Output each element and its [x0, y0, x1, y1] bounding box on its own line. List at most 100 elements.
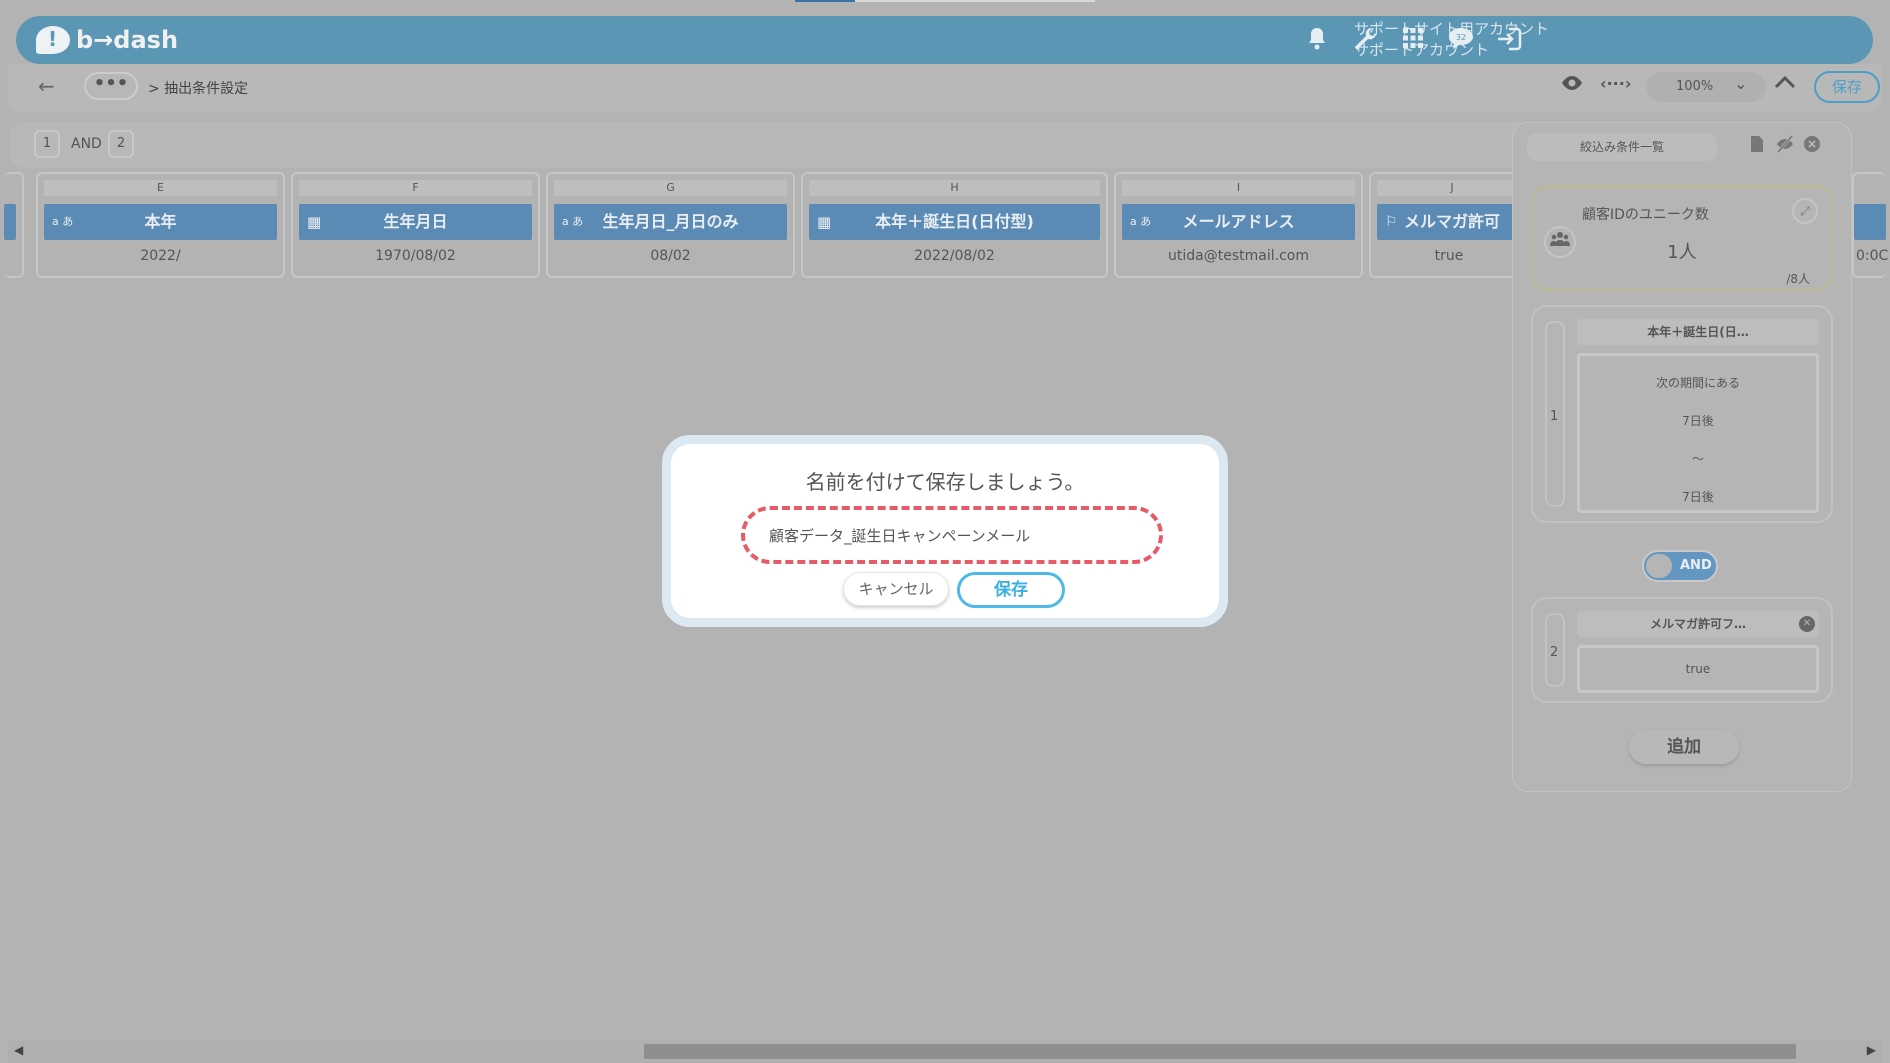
- column-value: 2022/: [140, 248, 181, 264]
- document-icon[interactable]: [1749, 135, 1765, 158]
- column-card-g[interactable]: G a あ 生年月日_月日のみ 08/02: [546, 172, 795, 278]
- name-input[interactable]: [741, 506, 1163, 564]
- unique-count-card: 顧客IDのユニーク数 ⤢ 1人 /8人: [1531, 185, 1833, 291]
- column-value: 08/02: [650, 248, 691, 264]
- column-name: メルマガ許可: [1403, 212, 1500, 231]
- condition-range-sep: ～: [1691, 452, 1704, 466]
- condition-bar: 1 AND 2: [10, 122, 1530, 168]
- chevron-up-icon[interactable]: [1774, 70, 1796, 95]
- column-name: メールアドレス: [1182, 212, 1295, 231]
- scroll-right-icon[interactable]: ▶: [1867, 1043, 1876, 1057]
- scrollbar-thumb[interactable]: [644, 1044, 1796, 1059]
- column-header[interactable]: a あ 本年: [44, 204, 277, 240]
- column-header[interactable]: a あ メールアドレス: [1122, 204, 1355, 240]
- condition-card-2[interactable]: 2 メルマガ許可フ… ✕ true: [1531, 597, 1833, 703]
- column-name: 生年月日: [383, 212, 448, 231]
- column-card-partial: [4, 172, 24, 278]
- condition-number: 1: [1550, 409, 1559, 424]
- horizontal-scrollbar[interactable]: ◀ ▶: [8, 1040, 1882, 1063]
- condition-chip-1[interactable]: 1: [34, 130, 60, 158]
- a-icon: a あ: [52, 215, 74, 228]
- condition-title: メルマガ許可フ…: [1577, 611, 1819, 637]
- unique-count-title: 顧客IDのユニーク数: [1582, 207, 1709, 223]
- column-card-h[interactable]: H ▦ 本年＋誕生日(日付型) 2022/08/02: [801, 172, 1108, 278]
- logo-bubble-icon: [36, 26, 70, 54]
- filter-list-tab[interactable]: 絞込み条件一覧: [1527, 133, 1717, 161]
- wrench-icon[interactable]: [1350, 26, 1380, 56]
- unique-count-total: /8人: [1786, 272, 1810, 286]
- condition-operator: AND: [71, 136, 102, 152]
- filter-panel: 絞込み条件一覧 顧客IDのユニーク数 ⤢ 1人 /8人 1 本年＋誕生日(日… …: [1512, 122, 1852, 792]
- column-value: true: [1434, 248, 1464, 264]
- column-value: 1970/08/02: [375, 248, 456, 264]
- condition-value: true: [1685, 662, 1711, 676]
- condition-rule: 次の期間にある: [1655, 376, 1740, 390]
- condition-detail-box[interactable]: 次の期間にある 7日後 ～ 7日後: [1577, 353, 1819, 513]
- bdash-logo[interactable]: b→dash: [36, 24, 178, 56]
- add-condition-button[interactable]: 追加: [1629, 730, 1739, 764]
- dialog-save-button[interactable]: 保存: [957, 572, 1065, 608]
- column-name: 生年月日_月日のみ: [602, 212, 739, 231]
- calendar-icon: ▦: [307, 213, 322, 231]
- chat-icon[interactable]: 32: [1446, 26, 1476, 56]
- logout-icon[interactable]: [1494, 26, 1524, 56]
- eye-off-icon[interactable]: [1775, 135, 1795, 158]
- code-icon[interactable]: ‹···›: [1600, 74, 1631, 93]
- scroll-left-icon[interactable]: ◀: [14, 1043, 23, 1057]
- condition-card-1[interactable]: 1 本年＋誕生日(日… 次の期間にある 7日後 ～ 7日後: [1531, 305, 1833, 523]
- save-button[interactable]: 保存: [1814, 71, 1880, 103]
- condition-chip-2[interactable]: 2: [108, 130, 134, 158]
- condition-from: 7日後: [1682, 414, 1714, 428]
- column-card-partial-right: 0:0C: [1852, 172, 1888, 278]
- condition-detail-box[interactable]: true: [1577, 645, 1819, 693]
- column-letter: G: [554, 180, 787, 196]
- column-card-j[interactable]: J ⚐ メルマガ許可 true: [1369, 172, 1529, 278]
- column-card-i[interactable]: I a あ メールアドレス utida@testmail.com: [1114, 172, 1363, 278]
- and-or-toggle[interactable]: AND: [1642, 550, 1718, 582]
- a-icon: a あ: [1130, 215, 1152, 228]
- chart-off-icon[interactable]: ⤢: [1792, 198, 1818, 224]
- column-header-partial: [4, 204, 16, 240]
- more-breadcrumb-button[interactable]: •••: [84, 72, 138, 100]
- loading-bar: [795, 0, 1095, 2]
- back-arrow-icon[interactable]: ←: [38, 74, 55, 98]
- unique-count-value: 1人: [1667, 242, 1697, 263]
- grid-icon[interactable]: [1398, 26, 1428, 56]
- column-header[interactable]: a あ 生年月日_月日のみ: [554, 204, 787, 240]
- flag-icon: ⚐: [1385, 214, 1398, 230]
- condition-number: 2: [1550, 645, 1559, 660]
- column-card-e[interactable]: E a あ 本年 2022/: [36, 172, 285, 278]
- column-letter: F: [299, 180, 532, 196]
- column-name: 本年: [144, 212, 177, 231]
- column-name: 本年＋誕生日(日付型): [875, 212, 1034, 231]
- app-header: b→dash サポートサイト用アカウント サポートアカウント 32: [16, 16, 1873, 64]
- svg-text:32: 32: [1456, 33, 1466, 42]
- close-circle-icon[interactable]: [1803, 135, 1821, 158]
- zoom-select[interactable]: 100%: [1646, 72, 1766, 102]
- column-letter: H: [809, 180, 1100, 196]
- breadcrumb: > 抽出条件設定: [148, 81, 249, 97]
- column-letter: E: [44, 180, 277, 196]
- condition-title: 本年＋誕生日(日…: [1577, 319, 1819, 345]
- column-header[interactable]: ⚐ メルマガ許可: [1377, 204, 1527, 240]
- chevron-down-icon[interactable]: ⌄: [1734, 74, 1747, 93]
- remove-condition-icon[interactable]: ✕: [1799, 616, 1815, 632]
- toolbar: ← ••• > 抽出条件設定 ‹···› 100% ⌄ 保存: [8, 64, 1882, 112]
- calendar-icon: ▦: [817, 213, 832, 231]
- condition-to: 7日後: [1682, 490, 1714, 504]
- logo-text: b→dash: [76, 26, 179, 54]
- column-header[interactable]: ▦ 生年月日: [299, 204, 532, 240]
- save-name-dialog: 名前を付けて保存しましょう。 キャンセル 保存: [662, 435, 1228, 627]
- toggle-label: AND: [1680, 558, 1712, 573]
- column-header[interactable]: ▦ 本年＋誕生日(日付型): [809, 204, 1100, 240]
- column-value: utida@testmail.com: [1168, 248, 1309, 264]
- column-letter: I: [1122, 180, 1355, 196]
- a-icon: a あ: [562, 215, 584, 228]
- column-value: 2022/08/02: [914, 248, 995, 264]
- eye-icon[interactable]: [1560, 72, 1584, 96]
- column-card-f[interactable]: F ▦ 生年月日 1970/08/02: [291, 172, 540, 278]
- toggle-knob: [1646, 554, 1672, 578]
- bell-icon[interactable]: [1302, 26, 1332, 56]
- column-header-partial: [1854, 204, 1886, 240]
- cancel-button[interactable]: キャンセル: [843, 572, 949, 606]
